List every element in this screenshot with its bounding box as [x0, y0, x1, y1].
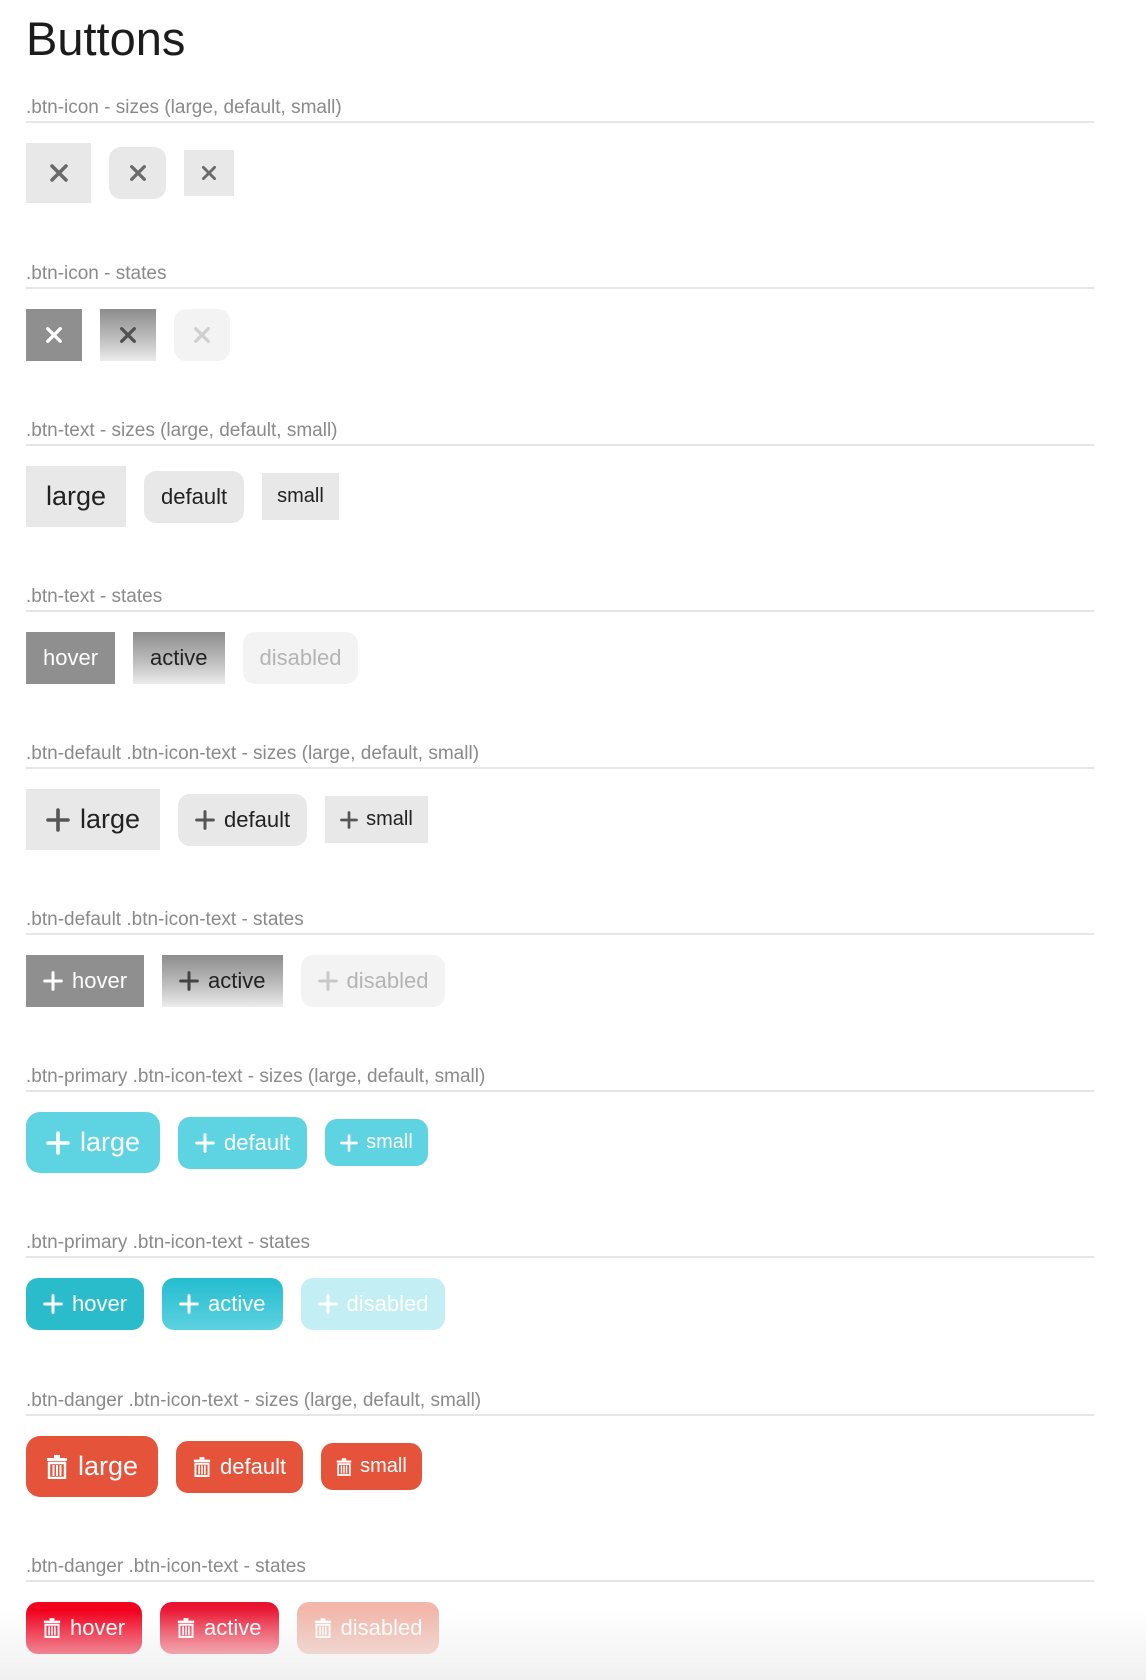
section-btn-default-icon-text-states: .btn-default .btn-icon-text - states hov…: [26, 905, 1094, 1007]
button-label: disabled: [346, 968, 429, 993]
close-icon: [120, 327, 136, 343]
primary-icon-text-button-disabled[interactable]: disabled: [300, 1278, 446, 1330]
section-label: .btn-icon - states: [26, 259, 1094, 289]
button-label: small: [360, 1455, 407, 1477]
section-label: .btn-default .btn-icon-text - sizes (lar…: [26, 739, 1094, 769]
section-label: .btn-text - states: [26, 582, 1094, 612]
section-label: .btn-text - sizes (large, default, small…: [26, 416, 1094, 446]
page-title: Buttons: [26, 12, 186, 65]
button-label: disabled: [340, 1615, 423, 1640]
button-label: small: [366, 808, 413, 830]
icon-button-default[interactable]: [109, 147, 166, 199]
text-button-small[interactable]: small: [262, 473, 339, 520]
primary-icon-text-button-active[interactable]: active: [162, 1278, 283, 1330]
section-btn-primary-icon-text-states: .btn-primary .btn-icon-text - states hov…: [26, 1228, 1094, 1330]
plus-icon: [340, 1133, 358, 1152]
text-button-large[interactable]: large: [26, 466, 127, 527]
plus-icon: [317, 971, 338, 991]
section-label: .btn-default .btn-icon-text - states: [26, 905, 1094, 935]
close-icon: [49, 164, 68, 182]
section-btn-primary-icon-text-sizes: .btn-primary .btn-icon-text - sizes (lar…: [26, 1062, 1094, 1173]
danger-icon-text-button-active[interactable]: active: [160, 1602, 279, 1654]
plus-icon: [43, 1294, 63, 1314]
primary-icon-text-button-hover[interactable]: hover: [26, 1278, 145, 1330]
trash-icon: [43, 1618, 61, 1638]
section-btn-danger-icon-text-states: .btn-danger .btn-icon-text - states hove…: [26, 1552, 1094, 1654]
close-icon: [201, 165, 217, 181]
plus-icon: [195, 809, 215, 830]
danger-icon-text-button-disabled[interactable]: disabled: [296, 1602, 440, 1654]
button-label: disabled: [346, 1291, 429, 1316]
button-label: active: [204, 1615, 262, 1640]
danger-icon-text-button-hover[interactable]: hover: [26, 1602, 143, 1654]
button-label: small: [366, 1131, 413, 1153]
plus-icon: [179, 1294, 199, 1314]
section-btn-icon-sizes: .btn-icon - sizes (large, default, small…: [26, 93, 1094, 203]
section-btn-default-icon-text-sizes: .btn-default .btn-icon-text - sizes (lar…: [26, 739, 1094, 850]
icon-button-disabled[interactable]: [174, 309, 230, 361]
trash-icon: [193, 1456, 211, 1477]
close-icon: [129, 165, 146, 181]
button-label: large: [80, 1127, 141, 1157]
primary-icon-text-button-default[interactable]: default: [178, 1116, 308, 1169]
button-label: hover: [70, 1615, 126, 1640]
section-label: .btn-icon - sizes (large, default, small…: [26, 93, 1094, 123]
button-label: hover: [72, 1291, 128, 1316]
trash-icon: [336, 1457, 352, 1476]
text-button-active[interactable]: active: [133, 632, 225, 684]
button-label: default: [224, 806, 291, 832]
button-label: hover: [72, 968, 128, 993]
text-button-default[interactable]: default: [144, 470, 245, 523]
close-icon: [46, 327, 62, 343]
plus-icon: [43, 971, 63, 991]
button-label: default: [224, 1129, 291, 1155]
trash-icon: [177, 1618, 195, 1638]
section-label: .btn-primary .btn-icon-text - sizes (lar…: [26, 1062, 1094, 1092]
plus-icon: [317, 1294, 338, 1314]
section-btn-text-states: .btn-text - states hover active disabled: [26, 582, 1094, 684]
icon-button-active[interactable]: [100, 309, 156, 361]
icon-button-hover[interactable]: [26, 309, 82, 361]
primary-icon-text-button-small[interactable]: small: [325, 1119, 428, 1166]
section-label: .btn-primary .btn-icon-text - states: [26, 1228, 1094, 1258]
plus-icon: [340, 810, 358, 829]
button-label: large: [80, 804, 141, 834]
section-label: .btn-danger .btn-icon-text - sizes (larg…: [26, 1386, 1094, 1416]
default-icon-text-button-active[interactable]: active: [162, 955, 283, 1007]
section-btn-text-sizes: .btn-text - sizes (large, default, small…: [26, 416, 1094, 527]
default-icon-text-button-hover[interactable]: hover: [26, 955, 145, 1007]
text-button-disabled[interactable]: disabled: [242, 632, 359, 684]
danger-icon-text-button-default[interactable]: default: [176, 1440, 304, 1493]
icon-button-large[interactable]: [26, 143, 91, 203]
button-label: active: [208, 1291, 266, 1316]
trash-icon: [47, 1454, 67, 1479]
section-btn-danger-icon-text-sizes: .btn-danger .btn-icon-text - sizes (larg…: [26, 1386, 1094, 1497]
default-icon-text-button-default[interactable]: default: [178, 793, 308, 846]
default-icon-text-button-small[interactable]: small: [325, 796, 428, 843]
button-label: large: [78, 1451, 139, 1481]
plus-icon: [195, 1132, 215, 1153]
icon-button-small[interactable]: [184, 150, 234, 196]
danger-icon-text-button-large[interactable]: large: [26, 1436, 159, 1497]
button-label: default: [220, 1453, 287, 1479]
plus-icon: [46, 1130, 70, 1155]
section-label: .btn-danger .btn-icon-text - states: [26, 1552, 1094, 1582]
plus-icon: [46, 807, 70, 832]
close-icon: [194, 327, 210, 343]
plus-icon: [179, 971, 199, 991]
trash-icon: [314, 1618, 331, 1638]
default-icon-text-button-disabled[interactable]: disabled: [300, 955, 446, 1007]
button-label: active: [208, 968, 266, 993]
text-button-hover[interactable]: hover: [26, 632, 116, 684]
default-icon-text-button-large[interactable]: large: [26, 789, 161, 850]
primary-icon-text-button-large[interactable]: large: [26, 1112, 161, 1173]
danger-icon-text-button-small[interactable]: small: [321, 1443, 422, 1490]
section-btn-icon-states: .btn-icon - states: [26, 259, 1094, 361]
